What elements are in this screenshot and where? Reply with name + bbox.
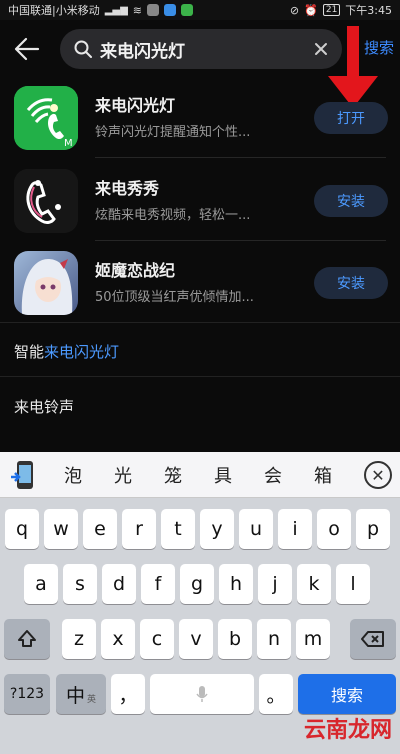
key-v[interactable]: v <box>179 619 213 659</box>
app-name: 来电闪光灯 <box>95 96 176 115</box>
shift-key[interactable] <box>4 619 50 659</box>
key-a[interactable]: a <box>24 564 58 604</box>
key-w[interactable]: w <box>44 509 78 549</box>
period-key[interactable]: 。 <box>259 674 293 714</box>
search-input[interactable]: 来电闪光灯 <box>60 29 342 69</box>
app-notification-icon <box>164 4 177 16</box>
candidate-bar: 泡 光 笼 具 会 箱 ✕ <box>0 452 400 498</box>
phone-face-icon <box>14 169 78 233</box>
mute-icon: ⊘ <box>289 3 300 17</box>
key-k[interactable]: k <box>297 564 331 604</box>
candidate-word[interactable]: 泡 <box>48 462 98 488</box>
key-d[interactable]: d <box>102 564 136 604</box>
anime-girl-icon <box>14 251 78 315</box>
key-t[interactable]: t <box>161 509 195 549</box>
divider <box>0 322 400 323</box>
key-l[interactable]: l <box>336 564 370 604</box>
open-button[interactable]: 打开 <box>314 102 388 134</box>
install-button[interactable]: 安装 <box>314 185 388 217</box>
key-r[interactable]: r <box>122 509 156 549</box>
wifi-icon: ≋ <box>132 3 143 17</box>
app-list-item[interactable]: M 来电闪光灯 铃声闪光灯提醒通知个性... 打开 <box>0 80 400 160</box>
alarm-icon: ⏰ <box>304 3 318 17</box>
key-y[interactable]: y <box>200 509 234 549</box>
candidate-word[interactable]: 具 <box>198 462 248 488</box>
clock: 下午3:45 <box>345 4 392 17</box>
phone-keyboard-icon <box>11 460 33 489</box>
key-j[interactable]: j <box>258 564 292 604</box>
search-key[interactable]: 搜索 <box>298 674 396 714</box>
divider <box>95 240 386 241</box>
divider <box>0 376 400 377</box>
app-list-item[interactable]: 姬魔恋战纪 50位顶级当红声优倾情加... 安装 <box>0 245 400 325</box>
key-x[interactable]: x <box>101 619 135 659</box>
backspace-key[interactable] <box>350 619 396 659</box>
app-notification-icon <box>181 4 194 16</box>
key-b[interactable]: b <box>218 619 252 659</box>
notification-icon <box>147 4 160 16</box>
candidate-word[interactable]: 光 <box>98 462 148 488</box>
numbers-key[interactable]: ?123 <box>4 674 50 714</box>
search-icon <box>74 40 92 58</box>
app-list-item[interactable]: 来电秀秀 炫酷来电秀视频，轻松一... 安装 <box>0 163 400 243</box>
status-bar: 中国联通|小米移动 ▂▄▆ ≋ ⊘ ⏰ 21 下午3:45 <box>0 0 400 20</box>
microphone-icon <box>196 686 208 702</box>
close-icon: ✕ <box>371 465 385 485</box>
search-query: 来电闪光灯 <box>100 41 185 62</box>
suggestion-smart[interactable]: 智能来电闪光灯 <box>14 341 119 362</box>
lang-label: 中 <box>65 684 85 707</box>
candidate-word[interactable]: 笼 <box>148 462 198 488</box>
suggestion-prefix: 智能 <box>14 343 45 361</box>
key-n[interactable]: n <box>257 619 291 659</box>
key-o[interactable]: o <box>317 509 351 549</box>
key-m[interactable]: m <box>296 619 330 659</box>
key-e[interactable]: e <box>83 509 117 549</box>
key-g[interactable]: g <box>180 564 214 604</box>
candidate-word[interactable]: 箱 <box>298 462 348 488</box>
candidate-word[interactable]: 会 <box>248 462 298 488</box>
battery-icon: 21 <box>322 4 341 16</box>
key-h[interactable]: h <box>219 564 253 604</box>
suggestion-ringtone[interactable]: 来电铃声 <box>14 396 74 417</box>
app-description: 铃声闪光灯提醒通知个性... <box>95 125 251 140</box>
key-u[interactable]: u <box>239 509 273 549</box>
key-f[interactable]: f <box>141 564 175 604</box>
app-name: 姬魔恋战纪 <box>95 261 176 280</box>
shift-icon <box>18 630 36 647</box>
back-button[interactable] <box>10 32 44 66</box>
soft-keyboard: 泡 光 笼 具 会 箱 ✕ qwertyuiop asdfghjkl zxcvbnm… <box>0 452 400 754</box>
divider <box>95 157 386 158</box>
lang-sub-label: 英 <box>87 694 97 705</box>
suggestion-highlight: 来电闪光灯 <box>44 343 120 361</box>
space-key[interactable] <box>150 674 254 714</box>
key-q[interactable]: q <box>5 509 39 549</box>
close-candidates-button[interactable]: ✕ <box>364 461 392 489</box>
backspace-icon <box>361 631 384 647</box>
key-s[interactable]: s <box>63 564 97 604</box>
keyboard-tool-button[interactable] <box>0 459 48 491</box>
comma-key[interactable]: ， <box>111 674 145 714</box>
install-button[interactable]: 安装 <box>314 267 388 299</box>
key-i[interactable]: i <box>278 509 312 549</box>
signal-icon: ▂▄▆ <box>104 4 128 16</box>
app-description: 炫酷来电秀视频，轻松一... <box>95 208 251 223</box>
watermark: 云南龙网 <box>303 717 392 743</box>
app-description: 50位顶级当红声优倾情加... <box>95 290 254 305</box>
svg-text:M: M <box>64 138 73 149</box>
back-arrow-icon <box>14 37 40 61</box>
key-c[interactable]: c <box>140 619 174 659</box>
flash-phone-icon: M <box>14 86 78 150</box>
carrier-label: 中国联通|小米移动 <box>8 4 100 17</box>
app-name: 来电秀秀 <box>95 179 160 198</box>
language-key[interactable]: 中英 <box>56 674 106 714</box>
key-p[interactable]: p <box>356 509 390 549</box>
key-z[interactable]: z <box>62 619 96 659</box>
